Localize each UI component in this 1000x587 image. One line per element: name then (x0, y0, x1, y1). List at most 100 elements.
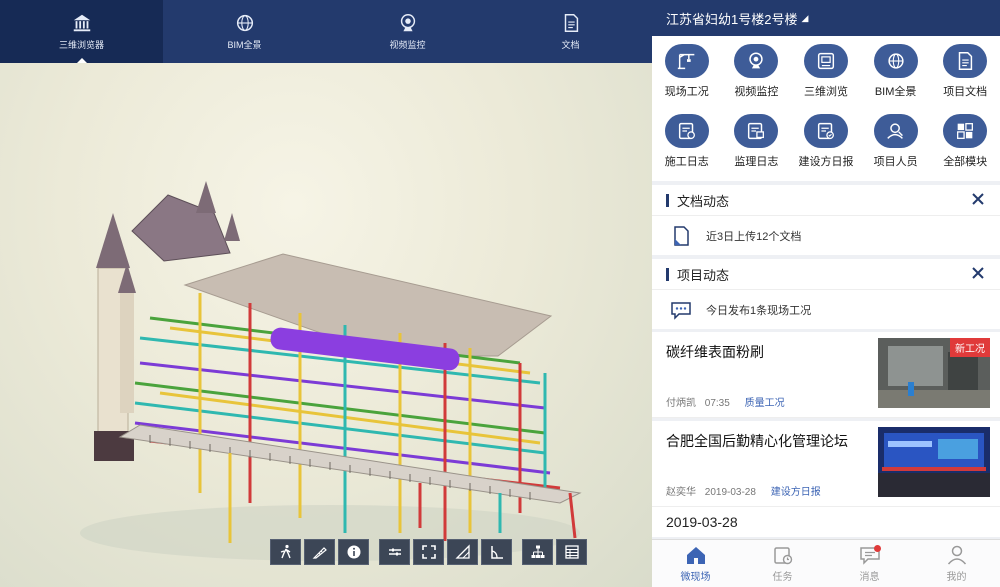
news-title: 合肥全国后勤精心化管理论坛 (666, 433, 848, 449)
news-meta: 赵奕华 2019-03-28 建设方日报 (666, 483, 827, 498)
3d-viewer[interactable]: 三维浏览器 BIM全景 视频监控 文档 (0, 0, 652, 587)
daily-report-icon (817, 122, 834, 139)
section-button[interactable] (379, 539, 410, 565)
module-label: 三维浏览 (803, 86, 848, 98)
viewer-toolbar (270, 539, 587, 565)
home-icon (686, 547, 705, 564)
tab-label: 文档 (561, 40, 580, 50)
module-label: 现场工况 (664, 86, 709, 98)
tab-bim-panorama[interactable]: BIM全景 (163, 0, 326, 63)
fullscreen-button[interactable] (413, 539, 444, 565)
card-title: 项目动态 (677, 267, 730, 283)
news-meta: 付炳凯 07:35 质量工况 (666, 394, 791, 409)
supervision-log-icon (748, 122, 765, 139)
properties-icon (564, 545, 579, 559)
angle-button[interactable] (481, 539, 512, 565)
project-selector[interactable]: 江苏省妇幼1号楼2号楼 ◢ (652, 0, 1000, 36)
people-icon (886, 122, 903, 139)
module-site-conditions[interactable]: 现场工况 (652, 44, 722, 108)
news-item[interactable]: 碳纤维表面粉刷 付炳凯 07:35 质量工况 新工况 (652, 332, 1000, 418)
all-modules-icon (957, 122, 974, 139)
tab-label: BIM全景 (227, 40, 262, 50)
area-icon (454, 544, 470, 559)
module-label: 监理日志 (734, 155, 779, 168)
3d-view-icon (817, 52, 835, 70)
tab-label: 三维浏览器 (58, 40, 104, 50)
module-project-docs[interactable]: 项目文档 (930, 44, 1000, 108)
document-icon (564, 14, 578, 32)
angle-icon (490, 546, 503, 559)
card-text: 今日发布1条现场工况 (706, 304, 812, 317)
module-label: BIM全景 (874, 86, 917, 98)
properties-button[interactable] (556, 539, 587, 565)
news-time: 2019-03-28 (704, 487, 756, 498)
camera-icon (400, 14, 415, 32)
tab-profile[interactable]: 我的 (913, 540, 1000, 587)
news-thumbnail[interactable]: 新工况 (878, 338, 990, 408)
module-label: 项目人员 (873, 155, 918, 168)
close-icon[interactable] (970, 265, 986, 281)
card-title: 文档动态 (677, 193, 730, 209)
project-title: 江苏省妇幼1号楼2号楼 (666, 11, 798, 27)
module-video-monitor[interactable]: 视频监控 (722, 44, 792, 108)
news-tag[interactable]: 质量工况 (745, 398, 785, 409)
news-tag[interactable]: 建设方日报 (771, 487, 821, 498)
bim-model-view[interactable] (0, 63, 652, 587)
fullscreen-icon (421, 545, 436, 559)
tab-video-monitor[interactable]: 视频监控 (326, 0, 489, 63)
chat-bubble-icon (671, 301, 691, 320)
module-label: 建设方日报 (798, 155, 854, 168)
construction-log-icon (678, 122, 695, 139)
document-icon (958, 52, 973, 70)
tab-tasks[interactable]: 任务 (739, 540, 826, 587)
module-label: 视频监控 (734, 86, 779, 98)
section-marker (666, 267, 669, 281)
tree-button[interactable] (522, 539, 553, 565)
new-condition-badge: 新工况 (950, 338, 990, 357)
doc-activity-item[interactable]: 近3日上传12个文档 (652, 215, 1000, 255)
tab-micro-site[interactable]: 微现场 (652, 540, 739, 587)
mobile-panel: 江苏省妇幼1号楼2号楼 ◢ 现场工况 视频监控 三维浏览 BIM全景 项目文档 … (652, 0, 1000, 587)
tab-label: 任务 (772, 572, 793, 583)
module-owner-daily-report[interactable]: 建设方日报 (791, 113, 861, 178)
measure-button[interactable] (304, 539, 335, 565)
panorama-icon (887, 53, 904, 69)
news-time: 07:35 (704, 398, 730, 409)
tab-documents[interactable]: 文档 (489, 0, 652, 63)
task-icon (773, 547, 792, 565)
close-icon[interactable] (970, 191, 986, 207)
area-button[interactable] (447, 539, 478, 565)
bottom-tab-bar: 微现场 任务 消息 我的 (652, 539, 1000, 587)
tab-3d-browser[interactable]: 三维浏览器 (0, 0, 163, 63)
section-icon (388, 548, 401, 556)
date-section-header: 2019-03-28 (652, 507, 1000, 537)
module-grid: 现场工况 视频监控 三维浏览 BIM全景 项目文档 施工日志 监理日志 建设方日… (652, 36, 1000, 181)
module-construction-log[interactable]: 施工日志 (652, 113, 722, 178)
news-item[interactable]: 合肥全国后勤精心化管理论坛 赵奕华 2019-03-28 建设方日报 (652, 421, 1000, 507)
module-3d-view[interactable]: 三维浏览 (791, 44, 861, 108)
profile-icon (947, 545, 966, 565)
module-label: 全部模块 (943, 155, 988, 168)
museum-icon (73, 14, 90, 32)
viewer-top-nav: 三维浏览器 BIM全景 视频监控 文档 (0, 0, 652, 63)
project-activity-item[interactable]: 今日发布1条现场工况 (652, 289, 1000, 329)
module-all-modules[interactable]: 全部模块 (930, 113, 1000, 178)
news-thumbnail[interactable] (878, 427, 990, 497)
tab-label: 消息 (859, 572, 880, 583)
tab-messages[interactable]: 消息 (826, 540, 913, 587)
dropdown-arrow-icon: ◢ (801, 12, 809, 23)
tab-label: 微现场 (680, 572, 711, 583)
date-header: 2019-03-28 (666, 514, 738, 530)
module-label: 施工日志 (664, 155, 709, 168)
tab-label: 我的 (946, 572, 967, 583)
walk-icon (280, 544, 291, 559)
card-text: 近3日上传12个文档 (706, 230, 802, 243)
info-button[interactable] (338, 539, 369, 565)
section-marker (666, 193, 669, 207)
module-bim-panorama[interactable]: BIM全景 (861, 44, 931, 108)
tree-icon (531, 545, 544, 558)
module-project-people[interactable]: 项目人员 (861, 113, 931, 178)
walk-button[interactable] (270, 539, 301, 565)
measure-icon (312, 547, 327, 559)
module-supervision-log[interactable]: 监理日志 (722, 113, 792, 178)
